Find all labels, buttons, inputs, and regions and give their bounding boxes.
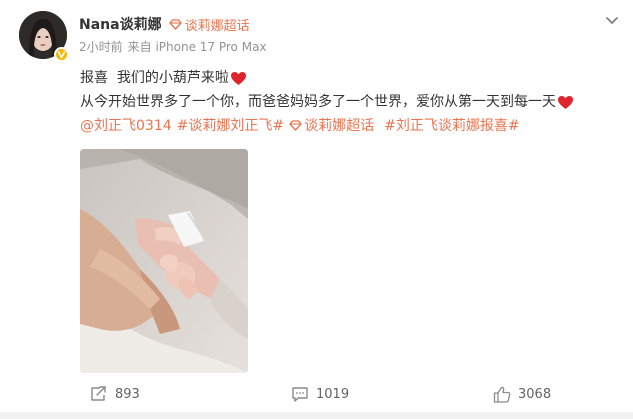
like-button[interactable]: 3068	[493, 380, 551, 408]
hashtag-link[interactable]: #刘正飞谈莉娜报喜#	[384, 114, 519, 138]
comment-icon	[292, 387, 308, 402]
post-time[interactable]: 2小时前	[79, 38, 123, 55]
repost-button[interactable]: 893	[90, 380, 140, 408]
post-actions: 893 1019 3068	[0, 380, 633, 408]
comment-button[interactable]: 1019	[291, 380, 349, 408]
supertopic-tag-link[interactable]: 谈莉娜超话	[289, 114, 379, 138]
supertopic-tag-label: 谈莉娜超话	[304, 118, 375, 134]
post-line-2: 从今开始世界多了一个你，而爸爸妈妈多了一个世界，爱你从第一天到每一天	[80, 94, 556, 110]
supertopic-label: 谈莉娜超话	[184, 18, 250, 34]
repost-count: 893	[115, 386, 140, 402]
diamond-icon	[289, 120, 302, 131]
post-text: 报喜 我们的小葫芦来啦 从今开始世界多了一个你，而爸爸妈妈多了一个世界，爱你从第…	[80, 66, 620, 138]
red-heart-icon	[558, 95, 573, 109]
username[interactable]: Nana谈莉娜	[79, 14, 162, 34]
red-heart-icon	[230, 71, 246, 85]
diamond-icon	[168, 18, 182, 30]
verified-badge-icon	[54, 47, 69, 62]
mention-link[interactable]: @刘正飞0314	[80, 114, 172, 138]
hashtag-link[interactable]: #谈莉娜刘正飞#	[177, 114, 284, 138]
chevron-down-icon	[606, 17, 618, 24]
supertopic-link[interactable]: 谈莉娜超话	[168, 15, 250, 34]
feed-divider	[0, 412, 633, 419]
comment-count: 1019	[316, 386, 350, 402]
repost-icon	[91, 386, 106, 401]
post-tags: @刘正飞0314 #谈莉娜刘正飞# 谈莉娜超话 #刘正飞谈莉娜报喜#	[80, 114, 620, 138]
more-options-button[interactable]	[604, 12, 620, 24]
weibo-post-card: Nana谈莉娜 谈莉娜超话 2小时前 来自 iPhone 17 Pro Max …	[0, 0, 633, 419]
like-count: 3068	[518, 386, 552, 402]
post-header: Nana谈莉娜 谈莉娜超话 2小时前 来自 iPhone 17 Pro Max	[79, 13, 267, 55]
post-photo[interactable]	[80, 149, 248, 373]
post-source: 来自 iPhone 17 Pro Max	[127, 40, 267, 54]
thumbs-up-icon	[493, 386, 511, 403]
post-line-1: 报喜 我们的小葫芦来啦	[80, 70, 229, 86]
